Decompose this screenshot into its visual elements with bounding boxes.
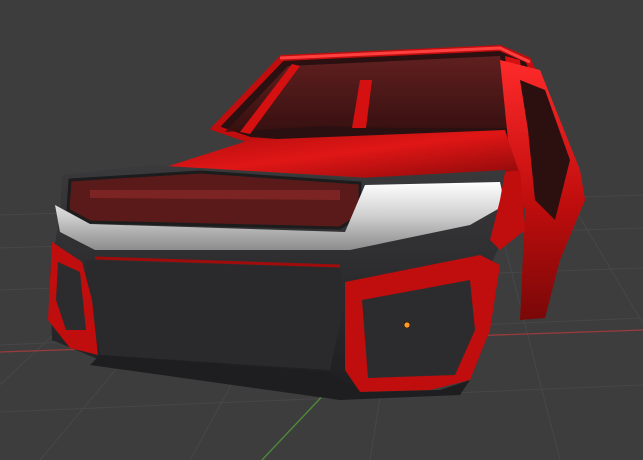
car-headlight-bar [66, 170, 362, 230]
viewport-scene[interactable] [0, 0, 643, 460]
car-lower-grille [85, 260, 345, 370]
y-axis-line [261, 387, 331, 460]
object-origin-point[interactable] [403, 321, 411, 329]
3d-viewport[interactable] [0, 0, 643, 460]
car-model[interactable] [48, 44, 585, 400]
